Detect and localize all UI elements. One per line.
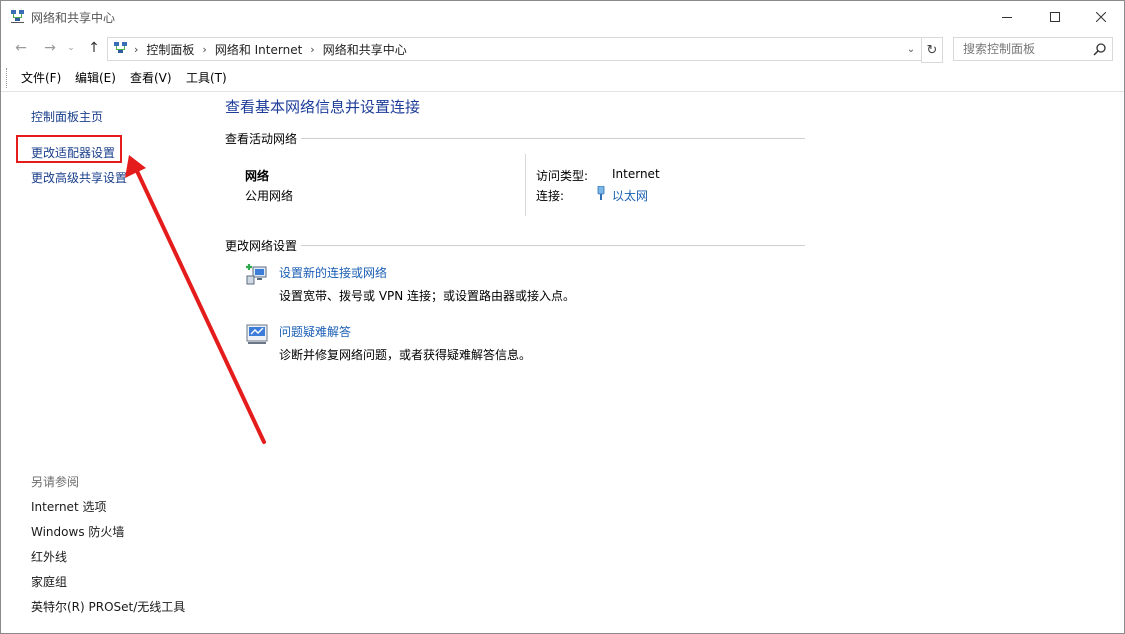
annotation-arrow-head [125,155,146,178]
annotation-arrow-shaft [135,169,266,444]
annotation-arrow [125,155,266,444]
network-sharing-center-window: 网络和共享中心 ← → ⌄ ↑ › 控制面板 › 网络和 Internet › … [0,0,1125,634]
